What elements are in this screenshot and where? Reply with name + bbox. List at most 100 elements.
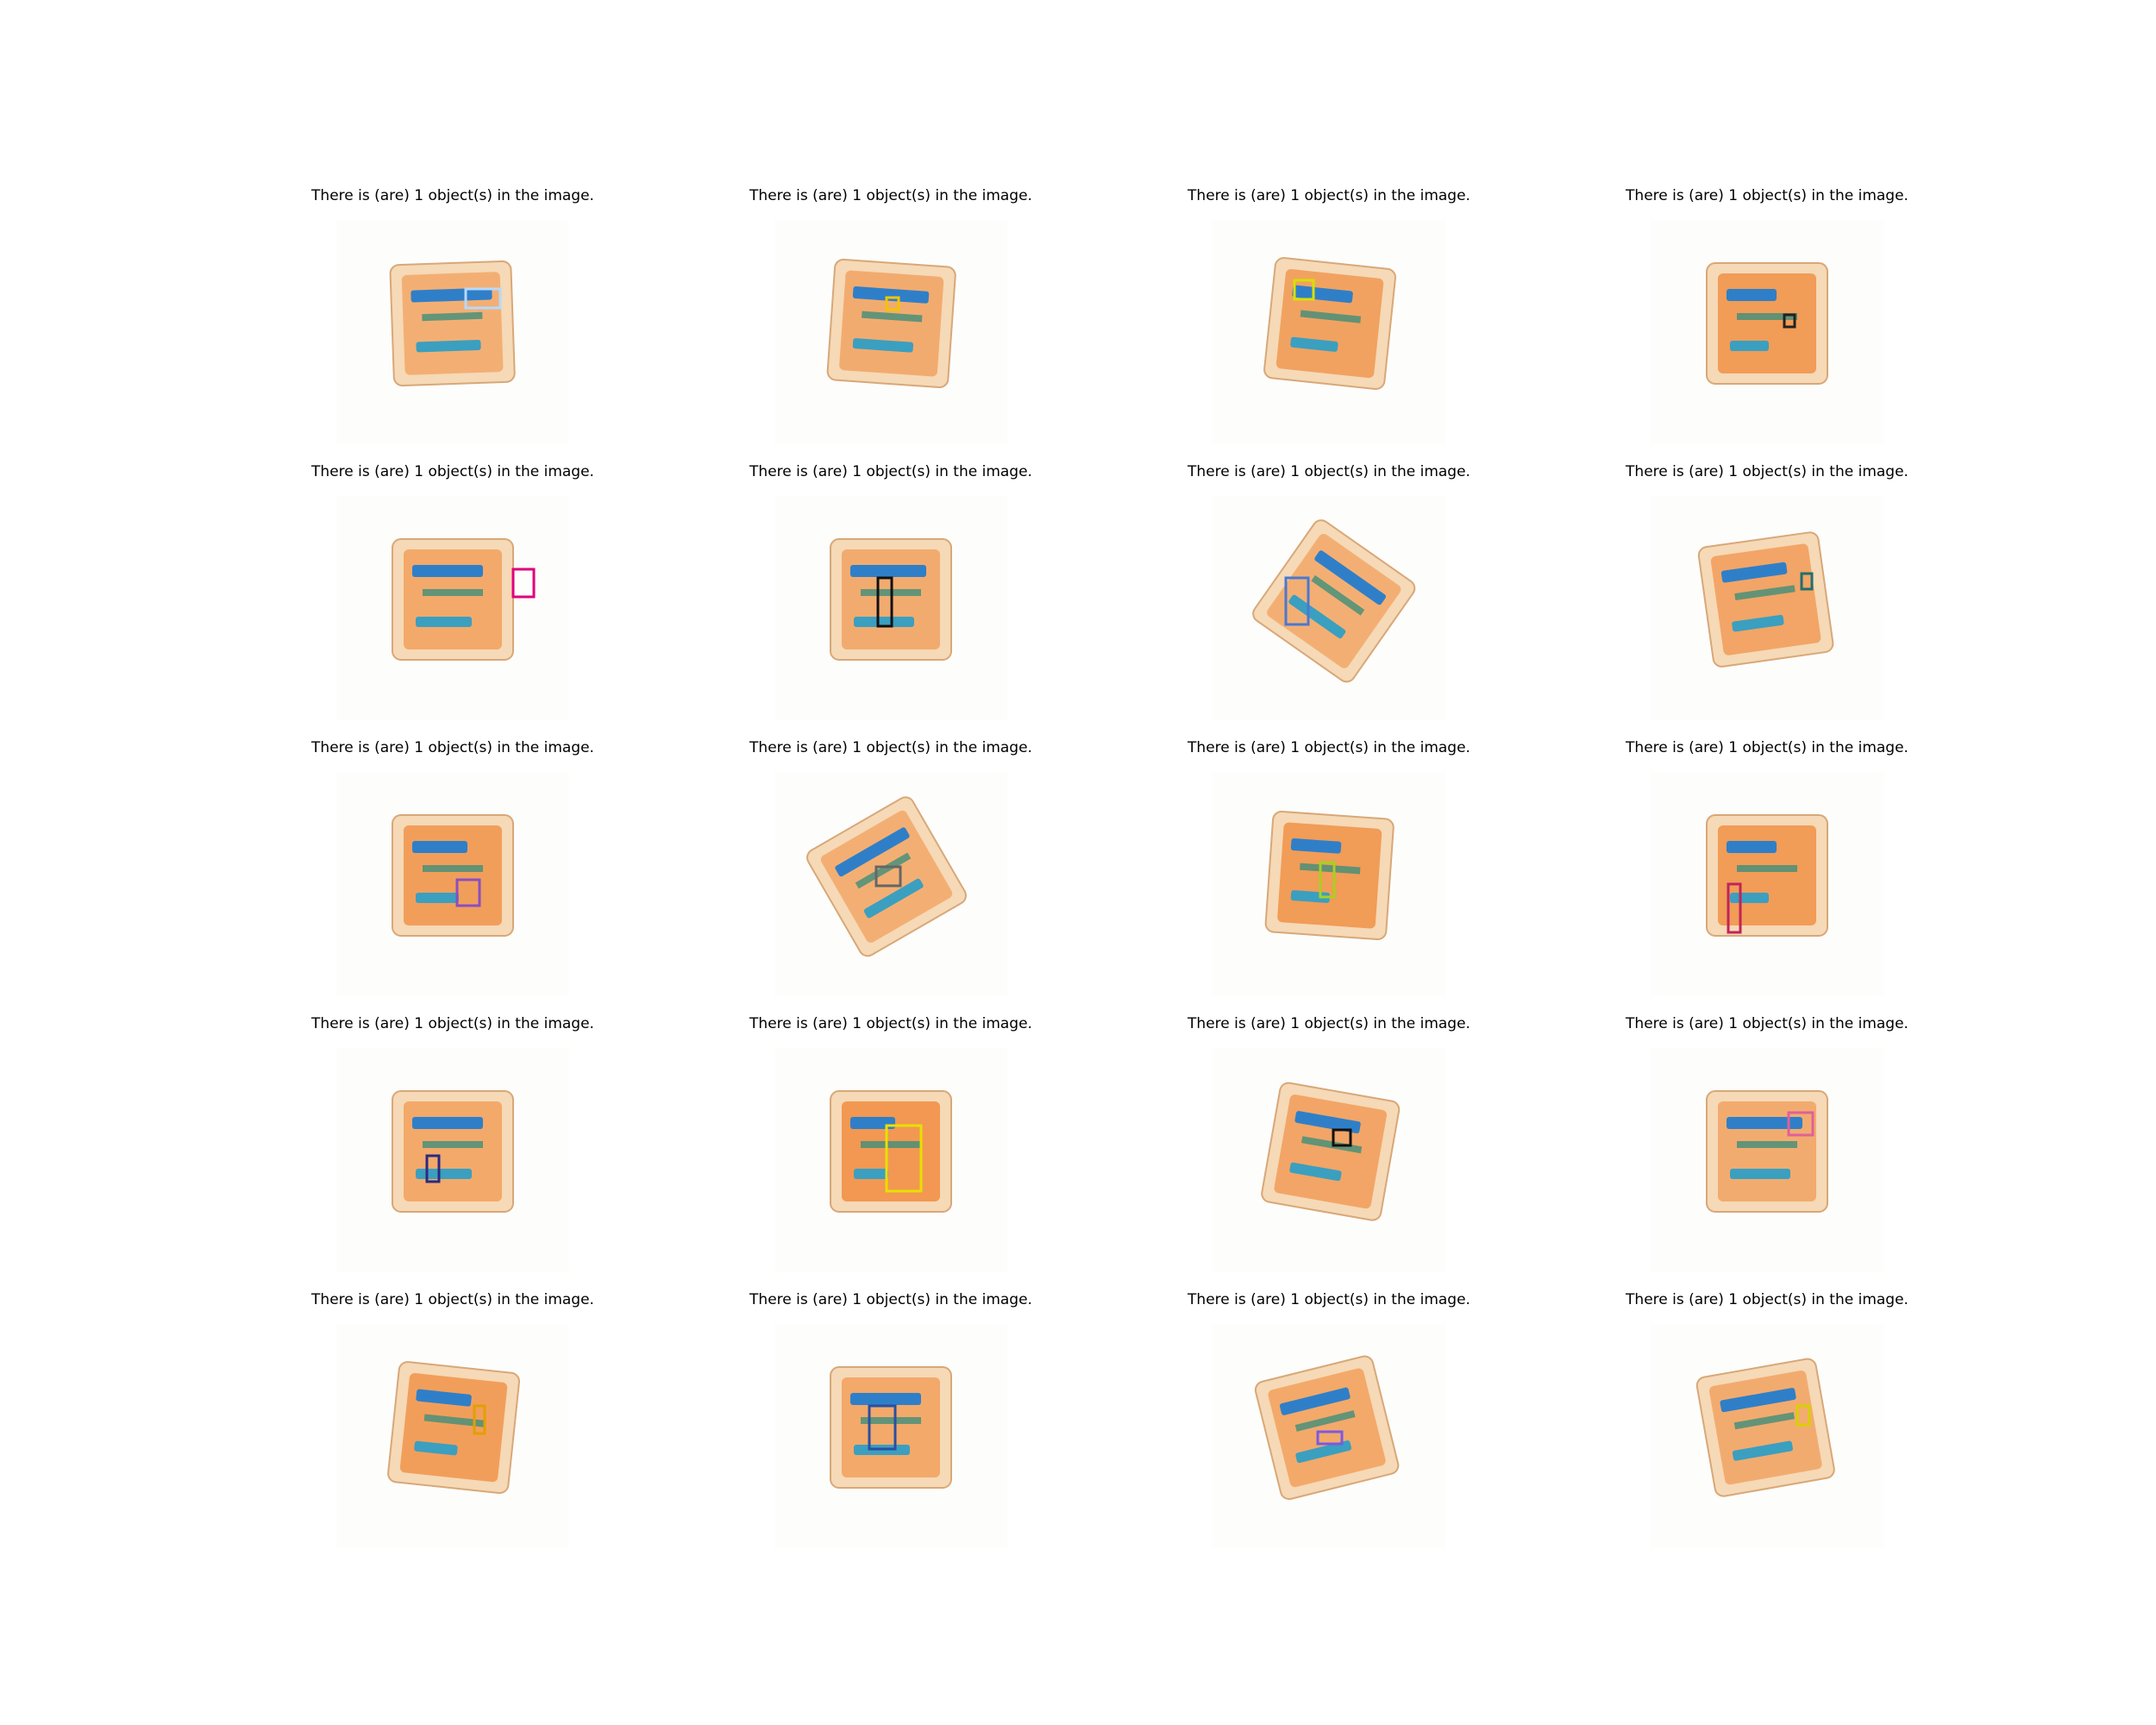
panel-8: There is (are) 1 object(s) in the image.	[1595, 461, 1940, 720]
xray-scan-image	[336, 1324, 569, 1548]
xray-scan-image	[1651, 772, 1883, 996]
xray-scan-image	[1651, 1324, 1883, 1548]
luggage-silhouette	[1706, 814, 1828, 937]
metal-object	[412, 841, 467, 853]
luggage-silhouette	[387, 1361, 520, 1494]
organic-material	[1718, 273, 1816, 373]
panel-caption: There is (are) 1 object(s) in the image.	[1626, 739, 1908, 756]
metal-object	[416, 1169, 472, 1179]
luggage-silhouette	[1695, 1358, 1835, 1497]
panel-7: There is (are) 1 object(s) in the image.	[1156, 461, 1501, 720]
xray-scan-image	[1651, 220, 1883, 444]
panel-caption: There is (are) 1 object(s) in the image.	[311, 463, 594, 480]
metal-object	[1730, 893, 1769, 903]
xray-scan-image	[1213, 496, 1445, 720]
panel-10: There is (are) 1 object(s) in the image.	[718, 737, 1063, 996]
xray-scan-image	[1651, 1048, 1883, 1272]
organic-material	[1709, 1371, 1822, 1485]
panel-19: There is (are) 1 object(s) in the image.	[1156, 1289, 1501, 1548]
panel-caption: There is (are) 1 object(s) in the image.	[1188, 1291, 1470, 1308]
luggage-silhouette	[389, 260, 516, 387]
panel-1: There is (are) 1 object(s) in the image.	[280, 185, 625, 444]
panel-caption: There is (are) 1 object(s) in the image.	[749, 739, 1032, 756]
organic-material	[404, 825, 502, 925]
luggage-silhouette	[830, 1090, 952, 1213]
organic-material	[404, 549, 502, 649]
xray-scan-image	[336, 220, 569, 444]
xray-scan-image	[336, 496, 569, 720]
luggage-silhouette	[830, 1366, 952, 1489]
panel-12: There is (are) 1 object(s) in the image.	[1595, 737, 1940, 996]
xray-scan-image	[1651, 496, 1883, 720]
metal-object	[416, 893, 459, 903]
xray-scan-image	[336, 1048, 569, 1272]
panel-caption: There is (are) 1 object(s) in the image.	[1626, 187, 1908, 204]
panel-11: There is (are) 1 object(s) in the image.	[1156, 737, 1501, 996]
panel-caption: There is (are) 1 object(s) in the image.	[1626, 463, 1908, 480]
luggage-silhouette	[1261, 1082, 1401, 1221]
metal-object	[1727, 289, 1777, 301]
metal-object	[854, 1169, 888, 1179]
xray-scan-image	[774, 1324, 1007, 1548]
xray-scan-image	[774, 1048, 1007, 1272]
luggage-silhouette	[1264, 810, 1395, 941]
metal-object	[412, 565, 483, 577]
panel-16: There is (are) 1 object(s) in the image.	[1595, 1013, 1940, 1272]
panel-caption: There is (are) 1 object(s) in the image.	[749, 463, 1032, 480]
luggage-silhouette	[826, 258, 956, 389]
metal-object	[412, 1117, 483, 1129]
strap	[423, 589, 483, 596]
xray-scan-image	[774, 772, 1007, 996]
panel-6: There is (are) 1 object(s) in the image.	[718, 461, 1063, 720]
xray-scan-image	[1213, 1048, 1445, 1272]
panel-caption: There is (are) 1 object(s) in the image.	[311, 739, 594, 756]
organic-material	[842, 1101, 940, 1201]
xray-scan-image	[1213, 220, 1445, 444]
panel-caption: There is (are) 1 object(s) in the image.	[1188, 1015, 1470, 1032]
organic-material	[839, 270, 944, 377]
strap	[423, 865, 483, 872]
panel-13: There is (are) 1 object(s) in the image.	[280, 1013, 625, 1272]
xray-scan-image	[774, 220, 1007, 444]
organic-material	[404, 1101, 502, 1201]
panel-caption: There is (are) 1 object(s) in the image.	[1626, 1291, 1908, 1308]
panel-18: There is (are) 1 object(s) in the image.	[718, 1289, 1063, 1548]
luggage-silhouette	[1263, 257, 1396, 390]
luggage-silhouette	[392, 538, 514, 661]
panel-17: There is (are) 1 object(s) in the image.	[280, 1289, 625, 1548]
panel-9: There is (are) 1 object(s) in the image.	[280, 737, 625, 996]
panel-3: There is (are) 1 object(s) in the image.	[1156, 185, 1501, 444]
panel-caption: There is (are) 1 object(s) in the image.	[749, 1015, 1032, 1032]
strap	[861, 1141, 921, 1148]
metal-object	[850, 1393, 921, 1405]
luggage-silhouette	[392, 1090, 514, 1213]
metal-object	[850, 565, 926, 577]
strap	[1737, 865, 1797, 872]
panel-15: There is (are) 1 object(s) in the image.	[1156, 1013, 1501, 1272]
organic-material	[1710, 543, 1821, 656]
panel-5: There is (are) 1 object(s) in the image.	[280, 461, 625, 720]
organic-material	[401, 272, 504, 375]
panel-4: There is (are) 1 object(s) in the image.	[1595, 185, 1940, 444]
panel-caption: There is (are) 1 object(s) in the image.	[749, 1291, 1032, 1308]
luggage-silhouette	[1706, 262, 1828, 385]
panel-caption: There is (are) 1 object(s) in the image.	[1188, 739, 1470, 756]
panel-caption: There is (are) 1 object(s) in the image.	[749, 187, 1032, 204]
panel-caption: There is (are) 1 object(s) in the image.	[311, 1015, 594, 1032]
luggage-silhouette	[1706, 1090, 1828, 1213]
panel-14: There is (are) 1 object(s) in the image.	[718, 1013, 1063, 1272]
organic-material	[1274, 1095, 1387, 1209]
organic-material	[1275, 269, 1384, 379]
organic-material	[842, 1377, 940, 1477]
panel-caption: There is (are) 1 object(s) in the image.	[1188, 463, 1470, 480]
panel-caption: There is (are) 1 object(s) in the image.	[311, 1291, 594, 1308]
metal-object	[1730, 1169, 1790, 1179]
organic-material	[1718, 825, 1816, 925]
luggage-silhouette	[1697, 531, 1834, 668]
xray-scan-image	[1213, 1324, 1445, 1548]
panel-20: There is (are) 1 object(s) in the image.	[1595, 1289, 1940, 1548]
xray-scan-image	[336, 772, 569, 996]
panel-caption: There is (are) 1 object(s) in the image.	[311, 187, 594, 204]
panel-2: There is (are) 1 object(s) in the image.	[718, 185, 1063, 444]
organic-material	[399, 1373, 508, 1483]
